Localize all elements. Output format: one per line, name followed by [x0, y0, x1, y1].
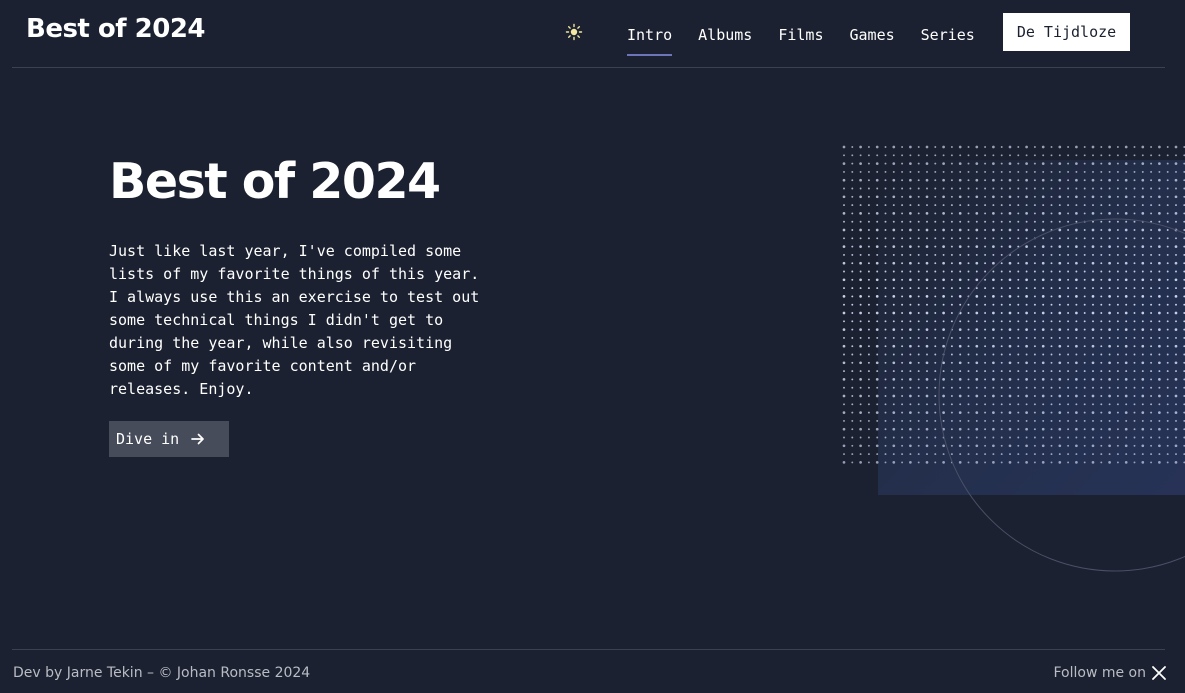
de-tijdloze-button[interactable]: De Tijdloze — [1003, 13, 1130, 51]
hero-text-line: during the year, while also revisiting — [109, 334, 453, 352]
hero-text-line: Just like last year, I've compiled some — [109, 242, 462, 260]
dive-in-button[interactable]: Dive in — [109, 421, 229, 457]
hero-title: Best of 2024 — [109, 153, 441, 210]
follow-me: Follow me on — [1053, 665, 1166, 681]
site-brand[interactable]: Best of 2024 — [26, 14, 206, 44]
hero-text-line: some technical things I didn't get to — [109, 311, 444, 329]
follow-label: Follow me on — [1053, 665, 1146, 681]
sun-icon[interactable] — [565, 23, 583, 41]
hero-text-line: lists of my favorite things of this year… — [109, 265, 480, 283]
page: Best of 2024 Intro Albums Films Games Se… — [0, 0, 1185, 693]
site-header: Best of 2024 Intro Albums Films Games Se… — [12, 0, 1165, 68]
nav-item-series[interactable]: Series — [921, 23, 975, 45]
hero-text-line: releases. Enjoy. — [109, 380, 254, 398]
nav-item-games[interactable]: Games — [850, 23, 895, 45]
hero-text-line: some of my favorite content and/or — [109, 357, 417, 375]
footer-credit: Dev by Jarne Tekin – © Johan Ronsse 2024 — [13, 665, 311, 681]
main-nav: Intro Albums Films Games Series — [627, 0, 1001, 68]
nav-item-intro[interactable]: Intro — [627, 23, 673, 56]
nav-item-films[interactable]: Films — [778, 23, 823, 45]
dive-in-label: Dive in — [116, 430, 180, 448]
hero-intro-text: Just like last year, I've compiled some … — [109, 240, 499, 401]
arrow-right-icon — [191, 432, 205, 446]
decorative-dot-graphic — [838, 140, 1185, 580]
nav-item-albums[interactable]: Albums — [698, 23, 752, 45]
hero-text-line: I always use this an exercise to test ou… — [109, 288, 480, 306]
site-footer: Dev by Jarne Tekin – © Johan Ronsse 2024… — [12, 649, 1166, 693]
x-logo-icon[interactable] — [1152, 666, 1166, 680]
